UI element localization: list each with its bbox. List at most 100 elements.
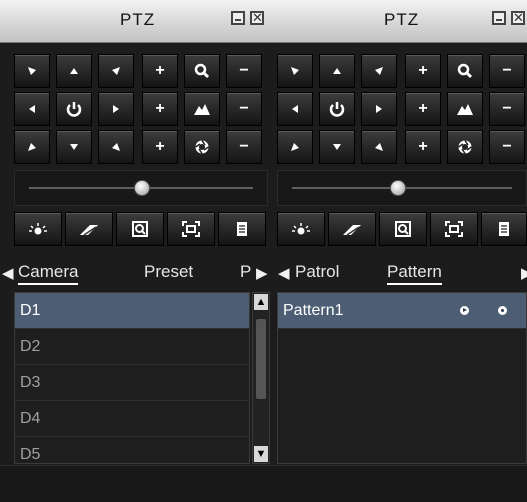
iris-close-button[interactable]: − <box>489 130 525 164</box>
tab-preset[interactable]: Preset <box>144 262 193 282</box>
zoom-in-button[interactable]: + <box>405 54 441 88</box>
scroll-down-button[interactable]: ▼ <box>254 446 268 462</box>
lens-init-icon <box>182 221 200 237</box>
lens-init-button[interactable] <box>430 212 478 246</box>
focus-near-button[interactable]: + <box>405 92 441 126</box>
record-pattern-icon[interactable] <box>498 306 507 315</box>
wiper-button[interactable] <box>65 212 113 246</box>
light-icon <box>28 221 48 237</box>
up-button[interactable] <box>319 54 355 88</box>
panel-title: PTZ <box>384 10 420 29</box>
down-button[interactable] <box>56 130 92 164</box>
tab-partial[interactable]: P <box>240 262 251 282</box>
iris-open-button[interactable]: + <box>142 130 178 164</box>
play-pattern-icon[interactable] <box>460 306 469 315</box>
list-scrollbar[interactable]: ▲ ▼ <box>252 292 270 464</box>
auto-rotate-icon <box>65 100 83 118</box>
tab-scroll-right-button[interactable]: ▶ <box>521 264 527 282</box>
up-left-button[interactable] <box>14 54 50 88</box>
zoom-label <box>447 54 483 88</box>
left-button[interactable] <box>14 92 50 126</box>
panel-title: PTZ <box>120 10 156 29</box>
list-item[interactable]: D2 <box>15 329 249 365</box>
tab-pattern[interactable]: Pattern <box>387 262 442 285</box>
wiper-icon <box>78 221 100 237</box>
3d-zoom-button[interactable] <box>116 212 164 246</box>
focus-near-button[interactable]: + <box>142 92 178 126</box>
menu-button[interactable] <box>481 212 527 246</box>
up-right-button[interactable] <box>361 54 397 88</box>
speed-slider[interactable] <box>277 170 527 206</box>
iris-label <box>184 130 220 164</box>
down-right-button[interactable] <box>361 130 397 164</box>
auto-rotate-button[interactable] <box>56 92 92 126</box>
list-item[interactable]: D3 <box>15 365 249 401</box>
up-right-button[interactable] <box>98 54 134 88</box>
list-item[interactable]: D5 <box>15 437 249 463</box>
speed-slider[interactable] <box>14 170 268 206</box>
list-item[interactable]: D1 <box>15 293 249 329</box>
up-right-arrow-icon <box>373 65 385 77</box>
up-left-arrow-icon <box>26 65 38 77</box>
focus-far-button[interactable]: − <box>226 92 262 126</box>
tab-patrol[interactable]: Patrol <box>295 262 339 282</box>
slider-knob[interactable] <box>390 180 406 196</box>
auto-rotate-icon <box>328 100 346 118</box>
minimize-button[interactable] <box>231 11 245 25</box>
list-item[interactable]: Pattern1 <box>278 293 526 329</box>
light-button[interactable] <box>14 212 62 246</box>
slider-knob[interactable] <box>134 180 150 196</box>
focus-icon <box>193 102 211 116</box>
bottom-strip <box>0 465 273 502</box>
down-right-button[interactable] <box>98 130 134 164</box>
tab-camera[interactable]: Camera <box>18 262 79 285</box>
up-right-arrow-icon <box>110 65 122 77</box>
down-button[interactable] <box>319 130 355 164</box>
wiper-button[interactable] <box>328 212 376 246</box>
menu-button[interactable] <box>218 212 266 246</box>
lens-init-button[interactable] <box>167 212 215 246</box>
zoom-label <box>184 54 220 88</box>
up-left-button[interactable] <box>277 54 313 88</box>
minimize-button[interactable] <box>492 11 506 25</box>
pattern-list: Pattern1 <box>277 292 527 464</box>
iris-close-button[interactable]: − <box>226 130 262 164</box>
down-left-button[interactable] <box>277 130 313 164</box>
tab-scroll-left-button[interactable]: ◀ <box>278 264 290 282</box>
iris-icon <box>457 139 473 155</box>
3d-zoom-button[interactable] <box>379 212 427 246</box>
right-button[interactable] <box>361 92 397 126</box>
down-left-arrow-icon <box>289 141 301 153</box>
light-icon <box>291 221 311 237</box>
zoom-icon <box>194 63 210 79</box>
up-button[interactable] <box>56 54 92 88</box>
left-arrow-icon <box>290 103 300 115</box>
right-button[interactable] <box>98 92 134 126</box>
zoom-icon <box>457 63 473 79</box>
tab-scroll-right-button[interactable]: ▶ <box>256 264 268 282</box>
right-arrow-icon <box>374 103 384 115</box>
down-left-button[interactable] <box>14 130 50 164</box>
close-button[interactable]: ✕ <box>250 11 264 25</box>
iris-open-button[interactable]: + <box>405 130 441 164</box>
list-item[interactable]: D4 <box>15 401 249 437</box>
tab-scroll-left-button[interactable]: ◀ <box>2 264 14 282</box>
3d-zoom-icon <box>394 220 412 238</box>
zoom-out-button[interactable]: − <box>489 54 525 88</box>
right-arrow-icon <box>111 103 121 115</box>
bottom-strip <box>273 465 527 502</box>
close-button[interactable]: ✕ <box>511 11 525 25</box>
lens-init-icon <box>445 221 463 237</box>
scroll-up-button[interactable]: ▲ <box>254 294 268 310</box>
focus-label <box>447 92 483 126</box>
zoom-in-button[interactable]: + <box>142 54 178 88</box>
light-button[interactable] <box>277 212 325 246</box>
focus-far-button[interactable]: − <box>489 92 525 126</box>
3d-zoom-icon <box>131 220 149 238</box>
scroll-thumb[interactable] <box>256 319 266 399</box>
ptz-panel-right: PTZ ✕ + − + − + − ◀ Patrol Pattern ▶ Pat… <box>273 0 527 502</box>
left-button[interactable] <box>277 92 313 126</box>
zoom-out-button[interactable]: − <box>226 54 262 88</box>
auto-rotate-button[interactable] <box>319 92 355 126</box>
focus-label <box>184 92 220 126</box>
